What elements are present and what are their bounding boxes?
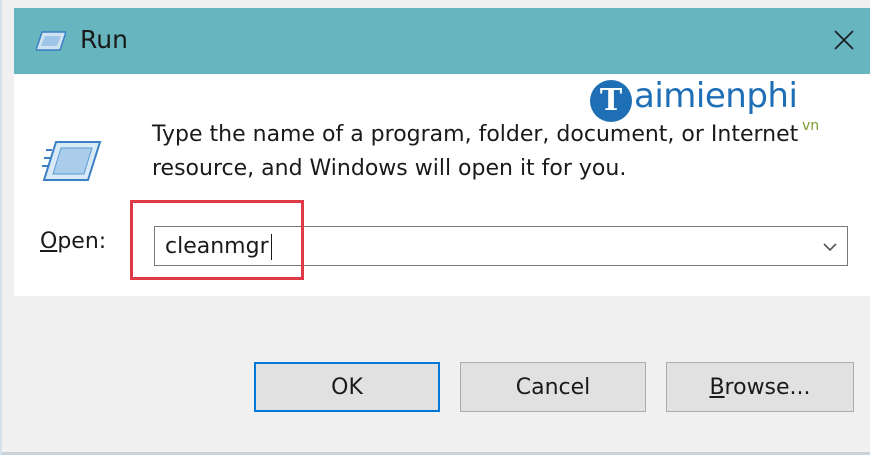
run-icon: [42, 141, 102, 181]
browse-button[interactable]: Browse...: [666, 362, 854, 412]
chevron-down-icon[interactable]: [821, 239, 839, 255]
close-icon: [834, 30, 854, 50]
title-bar[interactable]: Run: [14, 8, 870, 74]
close-button[interactable]: [822, 18, 866, 62]
highlight-annotation: [130, 200, 304, 280]
open-label: Open:: [40, 226, 106, 258]
ok-button[interactable]: OK: [254, 362, 440, 412]
button-bar: OK Cancel Browse...: [14, 296, 870, 455]
cancel-button-label: Cancel: [515, 374, 591, 400]
watermark-letter: T: [590, 80, 632, 122]
open-label-text: pen:: [57, 229, 107, 254]
window-title: Run: [80, 25, 128, 54]
ok-button-label: OK: [331, 374, 363, 400]
browse-button-accelerator: B: [709, 374, 725, 400]
run-dialog: Run T aimienphi vn Type the name of a pr…: [0, 0, 870, 455]
dialog-description: Type the name of a program, folder, docu…: [152, 122, 799, 181]
run-icon: [36, 31, 66, 51]
watermark-text: aimienphi: [634, 76, 798, 116]
cancel-button[interactable]: Cancel: [460, 362, 646, 412]
browse-button-label: rowse...: [724, 374, 811, 400]
open-label-accelerator: O: [40, 229, 58, 254]
